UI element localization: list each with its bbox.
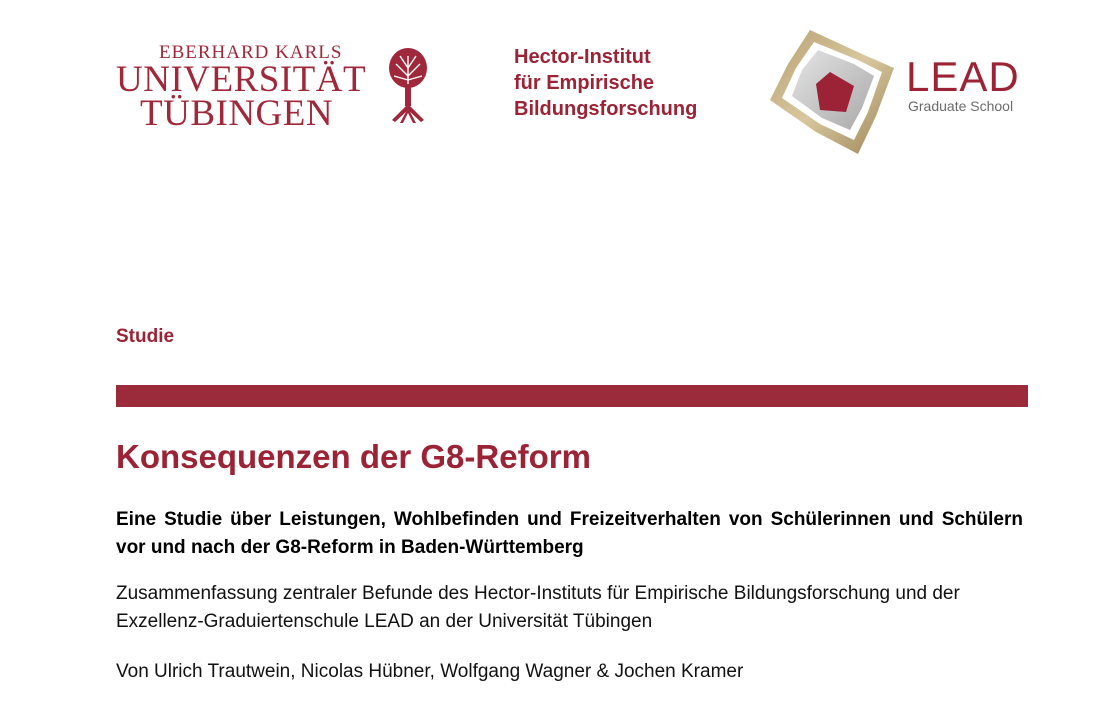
- document-kicker: Studie: [116, 326, 175, 347]
- tree-icon: [389, 48, 427, 123]
- university-logo-line3: TÜBINGEN: [140, 93, 334, 134]
- document-summary: Zusammenfassung zentraler Befunde des He…: [116, 583, 960, 632]
- title-rule: [116, 385, 1028, 407]
- star-emblem-icon: [770, 30, 894, 154]
- document-title: Konsequenzen der G8-Reform: [116, 438, 591, 475]
- university-logo: EBERHARD KARLS UNIVERSITÄT TÜBINGEN: [116, 42, 446, 134]
- document-authors: Von Ulrich Trautwein, Nicolas Hübner, Wo…: [116, 661, 744, 682]
- document-subtitle: Eine Studie über Leistungen, Wohlbefinde…: [116, 509, 1023, 558]
- institute-line3: Bildungsforschung: [514, 98, 698, 120]
- document-header: EBERHARD KARLS UNIVERSITÄT TÜBINGEN Hect…: [0, 0, 1108, 170]
- institute-line2: für Empirische: [514, 72, 655, 94]
- institute-line1: Hector-Institut: [514, 46, 651, 68]
- institute-logo: Hector-Institut für Empirische Bildungsf…: [514, 44, 754, 122]
- lead-wordmark: LEAD: [906, 53, 1020, 100]
- lead-subtitle: Graduate School: [908, 98, 1014, 114]
